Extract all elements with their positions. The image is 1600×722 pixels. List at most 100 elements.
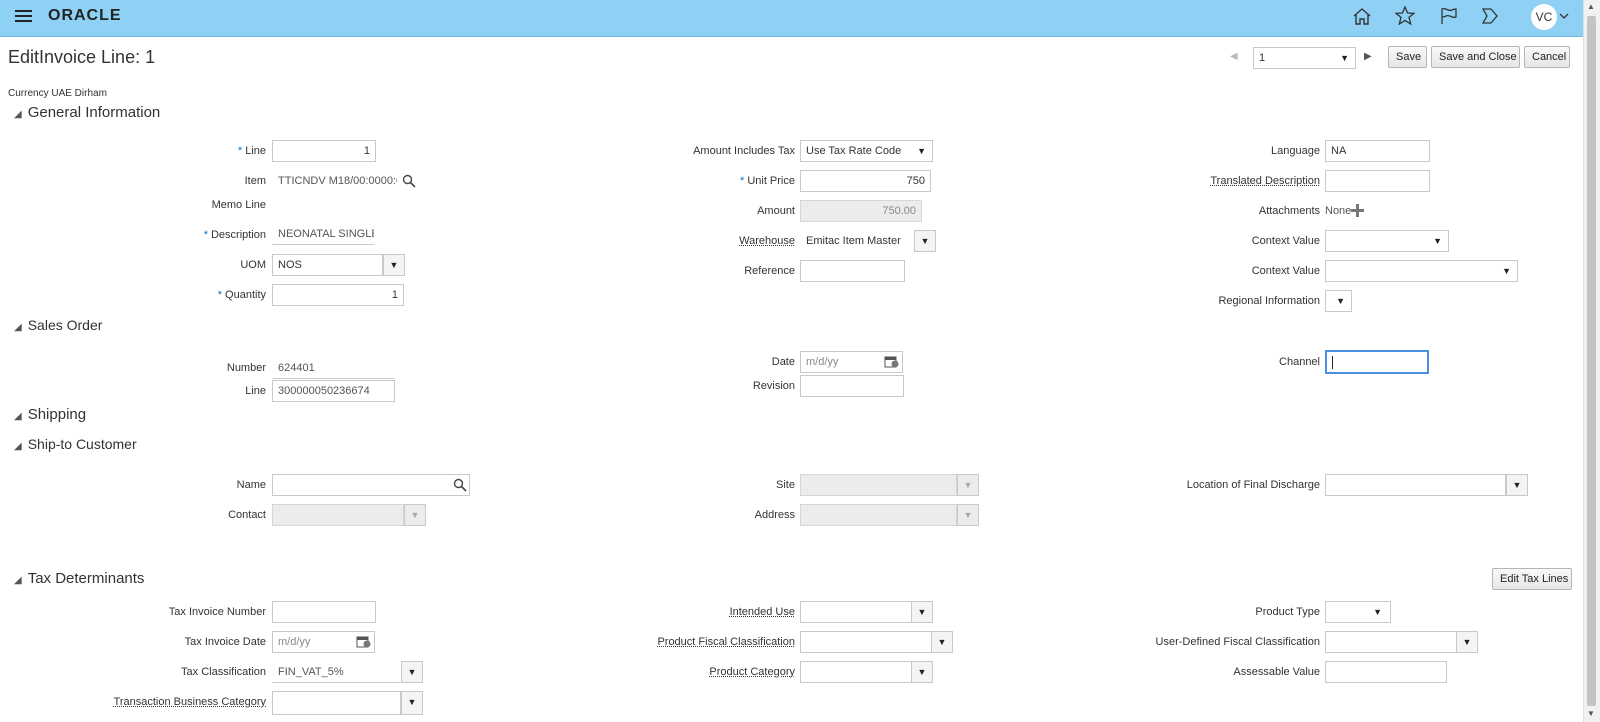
unit-price-input[interactable]: 750 [800, 170, 931, 192]
general-information-header[interactable]: ◢ General Information [14, 104, 160, 121]
scroll-down-icon[interactable]: ▼ [1587, 710, 1595, 718]
product-type-select[interactable]: ▼ [1325, 601, 1391, 623]
menu-icon[interactable] [15, 9, 33, 23]
order-number-input[interactable]: 624401 [272, 357, 395, 379]
collapse-icon: ◢ [14, 109, 22, 120]
scrollbar-thumb[interactable] [1587, 16, 1596, 706]
tax-classification-select[interactable]: FIN_VAT_5% [272, 661, 401, 683]
address-dropdown-button[interactable]: ▼ [957, 504, 979, 526]
site-dropdown-button[interactable]: ▼ [957, 474, 979, 496]
tax-determinants-header[interactable]: ◢ Tax Determinants [14, 570, 144, 587]
user-avatar[interactable]: VC [1531, 4, 1557, 30]
customer-name-label: Name [236, 479, 266, 491]
revision-input[interactable] [800, 375, 904, 397]
calendar-icon[interactable] [356, 635, 371, 650]
section-title: General Information [27, 104, 161, 121]
context-value-label-1: Context Value [1251, 235, 1320, 247]
tax-invoice-date-label: Tax Invoice Date [184, 636, 266, 648]
final-discharge-dropdown-button[interactable]: ▼ [1506, 474, 1528, 496]
oracle-logo[interactable]: ORACLE [48, 7, 122, 25]
site-select[interactable] [800, 474, 957, 496]
star-icon[interactable] [1394, 5, 1416, 27]
context-value-select-1[interactable]: ▼ [1325, 230, 1449, 252]
collapse-icon: ◢ [14, 411, 22, 422]
translated-description-label[interactable]: Translated Description [1210, 175, 1320, 187]
notifications-icon[interactable] [1481, 7, 1499, 27]
memo-line-label: Memo Line [211, 199, 266, 211]
description-input[interactable]: NEONATAL SINGLE [272, 223, 375, 245]
intended-use-label[interactable]: Intended Use [730, 606, 795, 618]
previous-icon[interactable]: ◀ [1230, 52, 1238, 62]
section-title: Sales Order [27, 317, 103, 333]
intended-use-dropdown-button[interactable]: ▼ [911, 601, 933, 623]
flag-icon[interactable] [1440, 7, 1458, 27]
scroll-up-icon[interactable]: ▲ [1587, 3, 1595, 11]
customer-contact-select[interactable] [272, 504, 404, 526]
reference-input[interactable] [800, 260, 905, 282]
product-fiscal-classification-label[interactable]: Product Fiscal Classification [657, 636, 795, 648]
context-value-label-2: Context Value [1251, 265, 1320, 277]
add-attachment-icon[interactable] [1351, 204, 1364, 219]
dropdown-caret-icon: ▼ [1336, 296, 1345, 306]
user-fiscal-dropdown-button[interactable]: ▼ [1456, 631, 1478, 653]
final-discharge-select[interactable] [1325, 474, 1506, 496]
address-label: Address [754, 509, 795, 521]
language-input[interactable]: NA [1325, 140, 1430, 162]
product-fiscal-classification-select[interactable] [800, 631, 933, 653]
tax-classification-dropdown-button[interactable]: ▼ [401, 661, 423, 683]
calendar-icon[interactable] [884, 355, 899, 370]
edit-tax-lines-button[interactable]: Edit Tax Lines [1492, 568, 1572, 590]
warehouse-dropdown-button[interactable]: ▼ [914, 230, 936, 252]
order-number-label: Number [226, 362, 266, 374]
intended-use-select[interactable] [800, 601, 913, 623]
tax-invoice-number-input[interactable] [272, 601, 376, 623]
cancel-button[interactable]: Cancel [1524, 46, 1570, 68]
contact-dropdown-button[interactable]: ▼ [404, 504, 426, 526]
quantity-input[interactable]: 1 [272, 284, 404, 306]
home-icon[interactable] [1352, 7, 1372, 27]
user-defined-fiscal-classification-select[interactable] [1325, 631, 1457, 653]
save-button[interactable]: Save [1388, 46, 1427, 68]
search-icon[interactable] [402, 174, 416, 190]
ship-to-customer-header[interactable]: ◢ Ship-to Customer [14, 436, 137, 452]
context-value-select-2[interactable]: ▼ [1325, 260, 1518, 282]
assessable-value-input[interactable] [1325, 661, 1447, 683]
shipping-header[interactable]: ◢ Shipping [14, 406, 86, 423]
amount-includes-tax-select[interactable]: Use Tax Rate Code ▼ [800, 140, 933, 162]
product-category-dropdown-button[interactable]: ▼ [911, 661, 933, 683]
transaction-business-category-select[interactable] [272, 691, 401, 715]
address-select[interactable] [800, 504, 957, 526]
order-date-label: Date [771, 356, 795, 368]
collapse-icon: ◢ [14, 322, 22, 333]
business-category-dropdown-button[interactable]: ▼ [401, 691, 423, 715]
product-category-select[interactable] [800, 661, 913, 683]
regional-information-select[interactable]: ▼ [1325, 290, 1352, 312]
attachments-label: Attachments [1258, 205, 1320, 217]
product-category-label[interactable]: Product Category [709, 666, 795, 678]
save-and-close-button[interactable]: Save and Close [1431, 46, 1520, 68]
dropdown-caret-icon: ▼ [917, 146, 926, 156]
fiscal-classification-dropdown-button[interactable]: ▼ [931, 631, 953, 653]
tax-classification-label: Tax Classification [181, 666, 266, 678]
line-input[interactable]: 1 [272, 140, 376, 162]
collapse-icon: ◢ [14, 575, 22, 586]
uom-select[interactable]: NOS [272, 254, 383, 276]
user-defined-fiscal-classification-label: User-Defined Fiscal Classification [1155, 636, 1320, 648]
item-input[interactable]: TTICNDV M18/00:0000:00 [272, 170, 398, 192]
transaction-business-category-label[interactable]: Transaction Business Category [114, 696, 266, 708]
next-icon[interactable]: ▶ [1364, 52, 1372, 62]
sales-order-header[interactable]: ◢ Sales Order [14, 317, 102, 333]
translated-description-input[interactable] [1325, 170, 1430, 192]
amount-includes-tax-label: Amount Includes Tax [693, 145, 795, 157]
assessable-value-label: Assessable Value [1233, 666, 1320, 678]
order-line-input[interactable]: 300000050236674 [272, 380, 395, 402]
chevron-down-icon[interactable] [1559, 13, 1569, 23]
channel-input[interactable] [1325, 350, 1429, 374]
warehouse-label[interactable]: Warehouse [739, 235, 795, 247]
uom-dropdown-button[interactable]: ▼ [383, 254, 405, 276]
warehouse-select[interactable]: Emitac Item Master [800, 230, 914, 252]
amount-value: 750.00 [800, 200, 922, 222]
customer-name-input[interactable] [272, 474, 470, 496]
line-number-select[interactable]: 1 ▼ [1253, 47, 1356, 69]
search-icon[interactable] [453, 478, 467, 494]
